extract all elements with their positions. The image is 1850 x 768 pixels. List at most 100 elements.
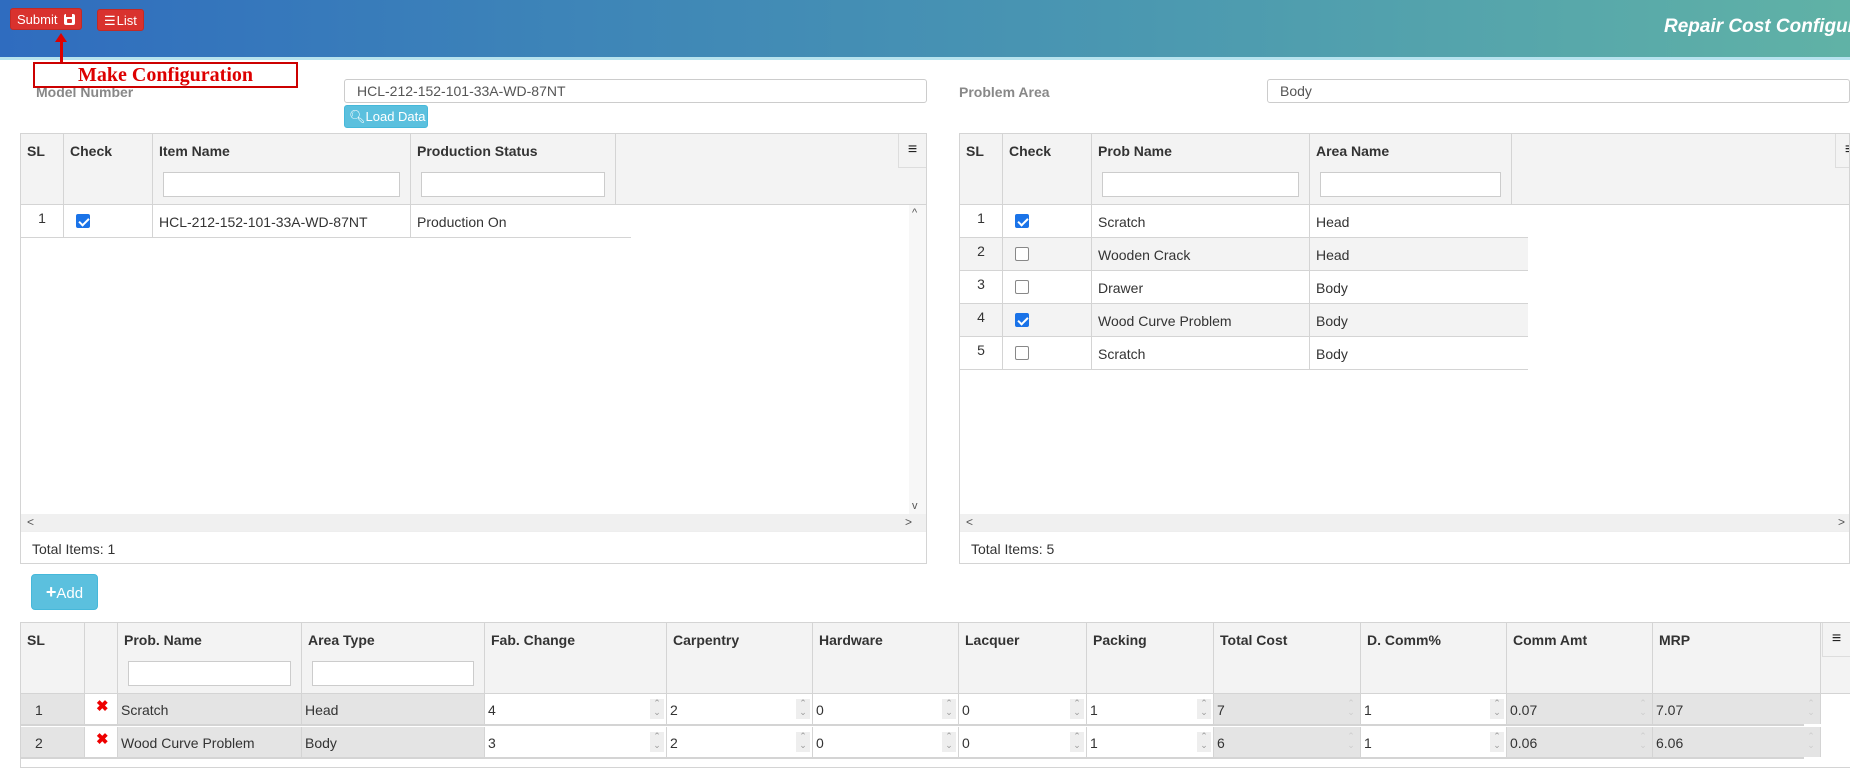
row-checkbox[interactable] [1015,280,1029,294]
spinner-icon[interactable]: ⌃ ⌄ [796,699,810,719]
row-sl: 1 [35,702,43,718]
col-carpentry[interactable]: Carpentry [667,623,813,694]
col-item-name[interactable]: Item Name [153,134,411,205]
col-lacquer[interactable]: Lacquer [959,623,1087,694]
area-name: Body [1316,280,1348,296]
row-checkbox[interactable] [76,214,90,228]
col-hardware[interactable]: Hardware [813,623,959,694]
table-row: 1 ✖ Scratch Head 4 ⌃ ⌄ 2 ⌃ ⌄ 0 ⌃ ⌄ 0 ⌃ ⌄ 1 ⌃ ⌄ 7 ⌃ ⌄ 1 ⌃ ⌄ 0.07 ⌃ ⌄… [21,694,1821,726]
spinner-icon[interactable]: ⌃ ⌄ [942,732,956,752]
hardware-input[interactable]: 0 ⌃ ⌄ [813,694,959,724]
hardware-input[interactable]: 0 ⌃ ⌄ [813,727,959,757]
grid-menu-icon[interactable]: ≡ [1822,623,1850,657]
col-prob-name[interactable]: Prob. Name [118,623,302,694]
col-d-comm[interactable]: D. Comm% [1361,623,1507,694]
packing-value: 1 [1090,735,1098,751]
col-delete[interactable] [85,623,118,694]
problem-area-input[interactable]: Body [1267,79,1850,103]
carpentry-input[interactable]: 2 ⌃ ⌄ [667,694,813,724]
total-input: 7 ⌃ ⌄ [1214,694,1361,724]
spinner-icon[interactable]: ⌃ ⌄ [1490,732,1504,752]
table-row[interactable]: 4 Wood Curve Problem Body [960,304,1528,337]
carpentry-input[interactable]: 2 ⌃ ⌄ [667,727,813,757]
delete-row-button[interactable]: ✖ [85,694,118,724]
list-icon: ☰ [104,13,116,28]
packing-input[interactable]: 1 ⌃ ⌄ [1087,694,1214,724]
row-checkbox[interactable] [1015,313,1029,327]
table-row[interactable]: 5 Scratch Body [960,337,1528,370]
submit-button[interactable]: Submit [10,8,83,30]
col-mrp[interactable]: MRP [1653,623,1821,694]
table-row[interactable]: 1 Scratch Head [960,205,1528,238]
dcomm-input[interactable]: 1 ⌃ ⌄ [1361,727,1507,757]
vertical-scrollbar[interactable]: ^ v [909,205,926,514]
comm-amt-input: 0.06 ⌃ ⌄ [1507,727,1653,757]
area-type-filter[interactable] [312,661,474,686]
row-checkbox[interactable] [1015,214,1029,228]
item-name-filter[interactable] [163,172,400,197]
col-sl[interactable]: SL [960,134,1003,205]
grid-menu-icon[interactable]: ≡ [1835,134,1849,168]
area-name-filter[interactable] [1320,172,1501,197]
production-status-filter[interactable] [421,172,605,197]
spinner-icon[interactable]: ⌃ ⌄ [1344,732,1358,752]
model-number-input[interactable]: HCL-212-152-101-33A-WD-87NT [344,79,927,103]
col-prob-name[interactable]: Prob Name [1092,134,1310,205]
row-checkbox[interactable] [1015,346,1029,360]
spinner-icon[interactable]: ⌃ ⌄ [1636,699,1650,719]
prob-name-filter[interactable] [1102,172,1299,197]
grid-menu-icon[interactable]: ≡ [898,134,926,168]
comm-amt-value: 0.06 [1510,735,1538,751]
spinner-icon[interactable]: ⌃ ⌄ [1636,732,1650,752]
col-total-cost[interactable]: Total Cost [1214,623,1361,694]
horizontal-scrollbar[interactable]: < > [960,514,1849,531]
spinner-icon[interactable]: ⌃ ⌄ [1197,699,1211,719]
dcomm-input[interactable]: 1 ⌃ ⌄ [1361,694,1507,724]
col-check[interactable]: Check [1003,134,1092,205]
spinner-icon[interactable]: ⌃ ⌄ [1344,699,1358,719]
col-production-status[interactable]: Production Status [411,134,616,205]
fab-input[interactable]: 3 ⌃ ⌄ [485,727,667,757]
col-sl[interactable]: SL [21,623,85,694]
spinner-icon[interactable]: ⌃ ⌄ [1804,699,1818,719]
list-label: List [116,13,137,28]
lacquer-input[interactable]: 0 ⌃ ⌄ [959,727,1087,757]
fab-input[interactable]: 4 ⌃ ⌄ [485,694,667,724]
col-sl[interactable]: SL [21,134,64,205]
spinner-icon[interactable]: ⌃ ⌄ [1804,732,1818,752]
col-comm-amt[interactable]: Comm Amt [1507,623,1653,694]
scroll-up-icon: ^ [912,207,918,219]
col-fab-change[interactable]: Fab. Change [485,623,667,694]
spinner-icon[interactable]: ⌃ ⌄ [796,732,810,752]
list-button[interactable]: ☰List [97,9,144,31]
spinner-icon[interactable]: ⌃ ⌄ [1490,699,1504,719]
spinner-icon[interactable]: ⌃ ⌄ [1070,732,1084,752]
prob-name-filter[interactable] [128,661,291,686]
row-checkbox[interactable] [1015,247,1029,261]
spinner-icon[interactable]: ⌃ ⌄ [942,699,956,719]
add-button[interactable]: +Add [31,574,98,610]
col-check[interactable]: Check [64,134,153,205]
col-packing[interactable]: Packing [1087,623,1214,694]
table-row[interactable]: 1 HCL-212-152-101-33A-WD-87NT Production… [21,205,631,238]
fab-value: 3 [488,735,496,751]
page-title: Repair Cost Configur [1664,16,1850,37]
comm-amt-input: 0.07 ⌃ ⌄ [1507,694,1653,724]
table-row[interactable]: 3 Drawer Body [960,271,1528,304]
spinner-icon[interactable]: ⌃ ⌄ [650,699,664,719]
delete-row-button[interactable]: ✖ [85,727,118,757]
row-sl: 5 [977,342,985,358]
packing-input[interactable]: 1 ⌃ ⌄ [1087,727,1214,757]
load-data-button[interactable]: 🔍︎Load Data [344,105,428,128]
col-area-name[interactable]: Area Name [1310,134,1512,205]
lacquer-input[interactable]: 0 ⌃ ⌄ [959,694,1087,724]
total-value: 7 [1217,702,1225,718]
items-grid: SL Check Item Name Production Status ≡ 1… [20,133,927,564]
spinner-icon[interactable]: ⌃ ⌄ [1070,699,1084,719]
spinner-icon[interactable]: ⌃ ⌄ [650,732,664,752]
horizontal-scrollbar[interactable]: < > [21,514,926,531]
col-area-type[interactable]: Area Type [302,623,485,694]
spinner-icon[interactable]: ⌃ ⌄ [1197,732,1211,752]
table-row[interactable]: 2 Wooden Crack Head [960,238,1528,271]
prob-name: Wood Curve Problem [1098,313,1232,329]
